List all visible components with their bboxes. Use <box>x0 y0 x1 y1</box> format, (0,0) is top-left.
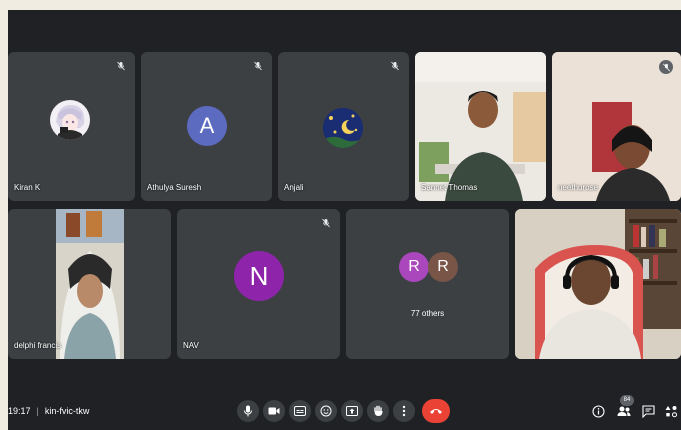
activities-icon[interactable] <box>663 403 679 419</box>
participant-tile[interactable]: Anjali <box>278 52 409 201</box>
participant-name: neethurose <box>558 183 599 192</box>
camera-icon[interactable] <box>263 400 285 422</box>
meeting-code: kin-fvic-tkw <box>44 406 90 416</box>
participant-video <box>56 209 124 359</box>
mic-off-icon <box>389 60 401 72</box>
raise-hand-icon[interactable] <box>367 400 389 422</box>
captions-icon[interactable] <box>289 400 311 422</box>
participant-tile[interactable] <box>515 209 681 359</box>
meeting-controls-bar: 19:17 | kin-fvic-tkw 84 <box>8 392 681 430</box>
participant-video <box>415 52 546 201</box>
avatar-initial: N <box>234 251 284 301</box>
mic-off-icon <box>252 60 264 72</box>
more-options-icon[interactable] <box>393 400 415 422</box>
participant-name: NAV <box>183 341 199 350</box>
participant-tile[interactable]: Kiran K <box>8 52 135 201</box>
mic-off-icon <box>320 217 332 229</box>
meeting-window: Kiran K A Athulya Suresh Anjali Sannet T… <box>8 10 681 430</box>
avatar-initial: A <box>187 106 227 146</box>
participant-name: Sannet Thomas <box>421 183 478 192</box>
participant-name: delphi francis <box>14 341 62 350</box>
participant-tile[interactable]: A Athulya Suresh <box>141 52 272 201</box>
people-icon[interactable] <box>616 403 632 419</box>
participant-video <box>552 52 681 201</box>
participant-name: Kiran K <box>14 183 41 192</box>
participant-tile[interactable]: delphi francis <box>8 209 171 359</box>
participant-tile[interactable]: Sannet Thomas <box>415 52 546 201</box>
avatar <box>50 100 90 140</box>
participant-name: Anjali <box>284 183 304 192</box>
avatar <box>323 108 363 148</box>
divider: | <box>36 406 39 416</box>
present-icon[interactable] <box>341 400 363 422</box>
meeting-time: 19:17 <box>8 406 31 416</box>
others-tile[interactable]: R R 77 others <box>346 209 509 359</box>
participant-name: Athulya Suresh <box>147 183 202 192</box>
participant-video <box>515 209 681 359</box>
others-count-label: 77 others <box>410 309 445 318</box>
avatar-initial: R <box>399 252 429 282</box>
mic-off-icon <box>115 60 127 72</box>
microphone-icon[interactable] <box>237 400 259 422</box>
chat-icon[interactable] <box>640 403 656 419</box>
avatar-initial: R <box>428 252 458 282</box>
participant-tile[interactable]: N NAV <box>177 209 340 359</box>
meeting-info: 19:17 | kin-fvic-tkw <box>8 392 89 430</box>
leave-call-icon[interactable] <box>422 399 450 423</box>
participant-tile[interactable]: neethurose <box>552 52 681 201</box>
emoji-icon[interactable] <box>315 400 337 422</box>
info-icon[interactable] <box>590 403 606 419</box>
mic-off-icon <box>659 60 673 74</box>
